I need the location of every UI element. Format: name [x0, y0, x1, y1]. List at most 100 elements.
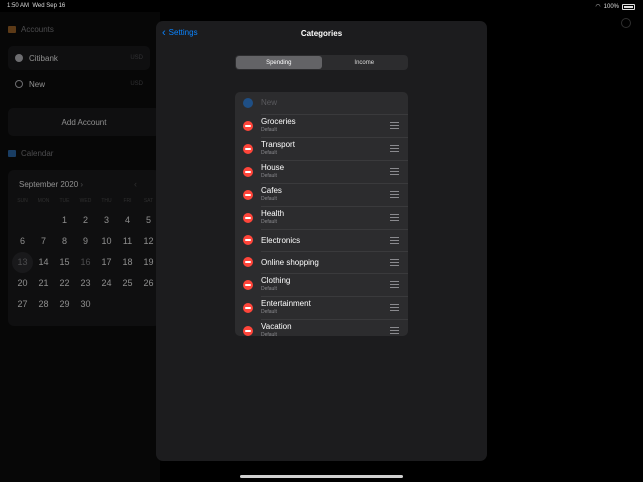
reorder-line: [390, 243, 399, 244]
category-subtitle: Default: [261, 332, 277, 336]
reorder-line: [390, 327, 399, 328]
category-name: Groceries: [261, 117, 296, 126]
category-name: Electronics: [261, 236, 301, 245]
delete-icon[interactable]: [243, 190, 253, 200]
reorder-handle-icon[interactable]: [390, 168, 399, 177]
category-subtitle: Default: [261, 127, 277, 133]
reorder-handle-icon[interactable]: [390, 237, 399, 246]
reorder-handle-icon[interactable]: [390, 122, 399, 131]
category-row[interactable]: Electronics: [235, 229, 408, 251]
delete-icon[interactable]: [243, 213, 253, 223]
reorder-line: [390, 287, 399, 288]
reorder-handle-icon[interactable]: [390, 259, 399, 268]
category-name: Health: [261, 209, 285, 218]
reorder-line: [390, 122, 399, 123]
segment-spending[interactable]: Spending: [236, 56, 322, 69]
category-row[interactable]: Cafes Default: [235, 183, 408, 206]
reorder-line: [390, 194, 399, 195]
reorder-line: [390, 262, 399, 263]
reorder-line: [390, 197, 399, 198]
category-row[interactable]: Vacation Default: [235, 319, 408, 336]
delete-icon[interactable]: [243, 326, 253, 336]
reorder-line: [390, 191, 399, 192]
new-category-input[interactable]: New: [261, 98, 277, 107]
category-text: House Default: [261, 163, 284, 179]
reorder-line: [390, 259, 399, 260]
reorder-line: [390, 330, 399, 331]
category-row[interactable]: House Default: [235, 160, 408, 183]
category-text: Cafes Default: [261, 186, 282, 202]
category-name: Entertainment: [261, 299, 311, 308]
home-indicator: [240, 475, 403, 478]
reorder-line: [390, 151, 399, 152]
category-name: Online shopping: [261, 258, 319, 267]
category-name: Transport: [261, 140, 295, 149]
category-row[interactable]: Entertainment Default: [235, 296, 408, 319]
reorder-line: [390, 281, 399, 282]
category-text: Groceries Default: [261, 117, 296, 133]
wifi-icon: ◠: [595, 4, 601, 10]
category-text: Health Default: [261, 209, 284, 225]
category-text: Entertainment Default: [261, 299, 311, 315]
category-subtitle: Default: [261, 286, 277, 292]
battery-icon: [622, 3, 635, 10]
segment-income[interactable]: Income: [322, 56, 408, 69]
reorder-line: [390, 240, 399, 241]
reorder-handle-icon[interactable]: [390, 145, 399, 154]
delete-icon[interactable]: [243, 167, 253, 177]
segmented-control: Spending Income: [235, 55, 408, 70]
delete-icon[interactable]: [243, 121, 253, 131]
delete-icon[interactable]: [243, 144, 253, 154]
reorder-handle-icon[interactable]: [390, 304, 399, 313]
new-category-row[interactable]: New: [235, 92, 408, 114]
delete-icon[interactable]: [243, 303, 253, 313]
delete-icon[interactable]: [243, 257, 253, 267]
reorder-line: [390, 237, 399, 238]
reorder-handle-icon[interactable]: [390, 281, 399, 290]
category-name: Vacation: [261, 322, 292, 331]
reorder-line: [390, 171, 399, 172]
category-row[interactable]: Transport Default: [235, 137, 408, 160]
reorder-line: [390, 310, 399, 311]
category-subtitle: Default: [261, 309, 277, 315]
reorder-line: [390, 304, 399, 305]
modal-title: Categories: [300, 29, 343, 38]
category-name: House: [261, 163, 285, 172]
category-row[interactable]: Groceries Default: [235, 114, 408, 137]
category-row[interactable]: Clothing Default: [235, 273, 408, 296]
add-icon: [243, 98, 253, 108]
category-text: Clothing Default: [261, 276, 290, 292]
reorder-line: [390, 265, 399, 266]
category-name: Cafes: [261, 186, 282, 195]
categories-modal: ‹ Settings Categories Spending Income Ne…: [156, 21, 487, 461]
modal-nav-bar: ‹ Settings Categories: [156, 21, 487, 47]
reorder-line: [390, 217, 399, 218]
category-row[interactable]: Health Default: [235, 206, 408, 229]
reorder-line: [390, 148, 399, 149]
category-text: Online shopping: [261, 258, 319, 267]
category-subtitle: Default: [261, 150, 277, 156]
reorder-line: [390, 168, 399, 169]
status-date: Wed Sep 16: [32, 3, 66, 9]
reorder-line: [390, 174, 399, 175]
reorder-line: [390, 125, 399, 126]
status-time: 1:50 AM: [7, 3, 30, 9]
category-text: Transport Default: [261, 140, 295, 156]
status-right: ◠ 100%: [595, 3, 635, 10]
delete-icon[interactable]: [243, 280, 253, 290]
reorder-handle-icon[interactable]: [390, 214, 399, 223]
status-time-date: 1:50 AM Wed Sep 16: [7, 3, 65, 9]
reorder-line: [390, 333, 399, 334]
category-text: Electronics: [261, 236, 300, 245]
reorder-line: [390, 284, 399, 285]
category-subtitle: Default: [261, 196, 277, 202]
reorder-line: [390, 307, 399, 308]
reorder-line: [390, 145, 399, 146]
category-row[interactable]: Online shopping: [235, 251, 408, 273]
reorder-handle-icon[interactable]: [390, 191, 399, 200]
delete-icon[interactable]: [243, 235, 253, 245]
category-subtitle: Default: [261, 173, 277, 179]
reorder-handle-icon[interactable]: [390, 327, 399, 336]
category-text: Vacation Default: [261, 322, 292, 336]
status-bar: 1:50 AM Wed Sep 16 ◠ 100%: [0, 0, 643, 12]
